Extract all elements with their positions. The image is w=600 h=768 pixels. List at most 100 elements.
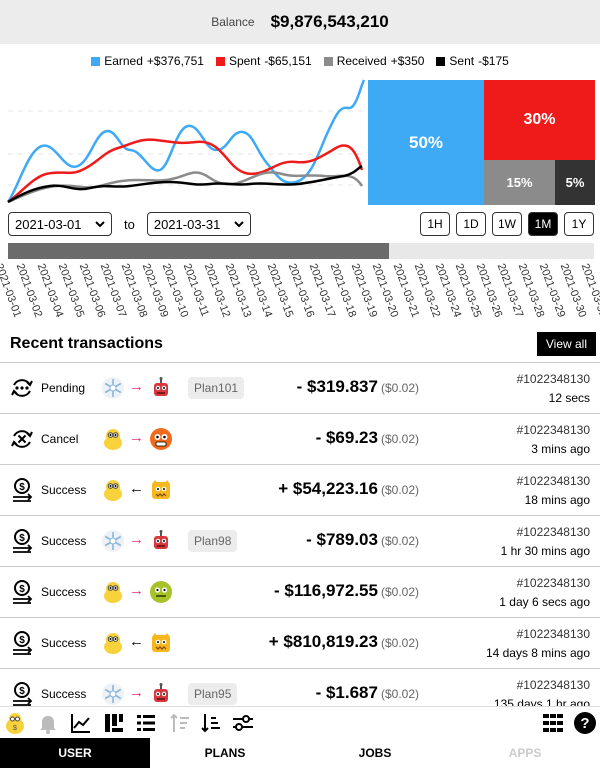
svg-text:$: $ [19, 482, 25, 493]
transaction-time: 14 days 8 mins ago [485, 646, 590, 660]
transaction-amount: - $116,972.55 [273, 581, 378, 600]
transfer-arrow: → [129, 429, 144, 446]
transaction-id[interactable]: #1022348130 [517, 525, 590, 539]
snowflake-avatar[interactable] [101, 682, 125, 706]
transaction-amount: - $789.03 [306, 530, 378, 549]
sort-ascending-icon[interactable] [168, 711, 192, 735]
line-chart[interactable] [0, 78, 368, 206]
date-from-select[interactable]: 2021-03-01 [8, 212, 112, 236]
legend-sent[interactable]: Sent -$175 [436, 54, 509, 68]
svg-text:?: ? [580, 715, 589, 732]
transaction-id[interactable]: #1022348130 [517, 627, 590, 641]
breakdown-spent: 30% [484, 80, 595, 160]
transfer-arrow: ← [129, 480, 144, 497]
list-icon[interactable] [134, 711, 158, 735]
svg-text:$: $ [19, 686, 25, 697]
breakdown-earned: 50% [368, 80, 484, 205]
pending-icon [10, 376, 34, 400]
lemon-avatar[interactable] [101, 427, 125, 451]
transaction-row[interactable]: $ Success → Plan98 - $789.03 ($0.02) #10223481… [0, 516, 600, 567]
transaction-row[interactable]: Pending → Plan101 - $319.837 ($0.02) #1022348… [0, 363, 600, 414]
range-button-1w[interactable]: 1W [492, 212, 522, 236]
date-from-value: 2021-03-01 [15, 216, 82, 232]
legend-label: Earned [104, 54, 143, 68]
transaction-id[interactable]: #1022348130 [517, 576, 590, 590]
transaction-amount-group: + $810,819.23 ($0.02) [269, 632, 419, 652]
slider-fill[interactable] [8, 243, 389, 259]
bar-layout-icon[interactable] [102, 711, 126, 735]
transaction-fee: ($0.02) [380, 534, 419, 548]
transaction-time: 1 day 6 secs ago [499, 595, 590, 609]
line-chart-icon[interactable] [69, 711, 93, 735]
transaction-status: Success [41, 534, 87, 548]
breakdown-treemap[interactable]: 50% 30% 15% 5% [368, 80, 595, 205]
range-button-1y[interactable]: 1Y [564, 212, 594, 236]
transaction-row[interactable]: $ Success → - $116,972.55 ($0.02) #1022348130… [0, 567, 600, 618]
range-button-1m[interactable]: 1M [528, 212, 558, 236]
range-button-1h[interactable]: 1H [420, 212, 450, 236]
snowflake-avatar[interactable] [101, 529, 125, 553]
transaction-row[interactable]: $ Success → Plan95 - $1.687 ($0.02) #102234813… [0, 669, 600, 706]
legend-spent[interactable]: Spent -$65,151 [215, 54, 312, 68]
transaction-id[interactable]: #1022348130 [517, 423, 590, 437]
legend-received[interactable]: Received +$350 [323, 54, 424, 68]
transfer-arrow: → [129, 582, 144, 599]
transaction-status: Success [41, 585, 87, 599]
plan-badge[interactable]: Plan101 [188, 377, 245, 399]
date-range-row: 2021-03-01 to 2021-03-31 1H 1D 1W 1M 1Y [8, 212, 594, 236]
tab-jobs[interactable]: JOBS [300, 738, 450, 768]
svg-text:$: $ [13, 725, 17, 732]
transaction-fee: ($0.02) [380, 432, 419, 446]
line-chart-svg [6, 79, 366, 204]
green-face-avatar[interactable] [149, 580, 173, 604]
filter-sliders-icon[interactable] [231, 711, 255, 735]
recent-title: Recent transactions [10, 335, 163, 352]
recent-header: Recent transactions View all [10, 332, 596, 356]
user-avatar-icon[interactable]: $ [3, 711, 27, 735]
tab-user[interactable]: USER [0, 738, 150, 768]
transaction-row[interactable]: $ Success ← + $810,819.23 ($0.02) #1022348130… [0, 618, 600, 669]
robot-avatar[interactable] [149, 682, 173, 706]
date-to-select[interactable]: 2021-03-31 [146, 212, 251, 236]
lemon-avatar[interactable] [101, 631, 125, 655]
transaction-row[interactable]: Cancel → - $69.23 ($0.02) #1022348130 3 mins … [0, 414, 600, 465]
transaction-status: Success [41, 636, 87, 650]
yellow-monster-avatar[interactable] [149, 631, 173, 655]
legend-swatch [215, 56, 225, 66]
tab-apps[interactable]: APPS [450, 738, 600, 768]
range-button-1d[interactable]: 1D [456, 212, 486, 236]
view-all-button[interactable]: View all [536, 332, 596, 356]
transaction-fee: ($0.02) [380, 381, 419, 395]
robot-avatar[interactable] [149, 376, 173, 400]
transaction-amount-group: + $54,223.16 ($0.02) [278, 479, 419, 499]
date-range-slider[interactable] [8, 243, 594, 259]
grid-icon[interactable] [541, 711, 565, 735]
legend-swatch [436, 56, 446, 66]
range-buttons: 1H 1D 1W 1M 1Y [420, 212, 594, 236]
legend-value: -$65,151 [264, 54, 312, 68]
balance-label: Balance [211, 15, 255, 29]
legend-label: Sent [449, 54, 475, 68]
legend-earned[interactable]: Earned +$376,751 [91, 54, 204, 68]
plan-badge[interactable]: Plan95 [188, 683, 238, 705]
orange-face-avatar[interactable] [149, 427, 173, 451]
tab-plans[interactable]: PLANS [150, 738, 300, 768]
lemon-avatar[interactable] [101, 580, 125, 604]
bell-icon[interactable] [36, 711, 60, 735]
transaction-time: 135 days 1 hr ago [493, 697, 590, 706]
transaction-row[interactable]: $ Success ← + $54,223.16 ($0.02) #1022348130 1… [0, 465, 600, 516]
transaction-id[interactable]: #1022348130 [517, 474, 590, 488]
plan-badge[interactable]: Plan98 [188, 530, 238, 552]
transaction-status: Success [41, 483, 87, 497]
transaction-id[interactable]: #1022348130 [517, 372, 590, 386]
robot-avatar[interactable] [149, 529, 173, 553]
snowflake-avatar[interactable] [101, 376, 125, 400]
transaction-fee: ($0.02) [380, 687, 419, 701]
help-icon[interactable]: ? [573, 711, 597, 735]
transaction-amount-group: - $1.687 ($0.02) [316, 683, 419, 703]
transaction-id[interactable]: #1022348130 [517, 678, 590, 692]
yellow-monster-avatar[interactable] [149, 478, 173, 502]
sort-descending-icon[interactable] [199, 711, 223, 735]
lemon-avatar[interactable] [101, 478, 125, 502]
dollar-transfer-icon: $ [10, 529, 34, 553]
